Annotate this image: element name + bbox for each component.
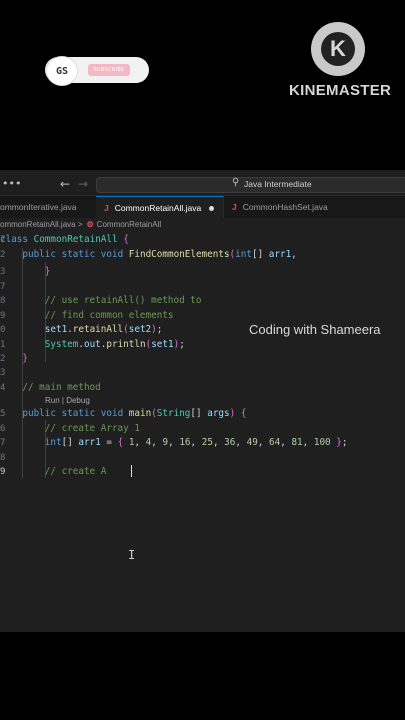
line-number: 3 — [0, 368, 6, 378]
search-icon: ⚲ — [232, 177, 240, 188]
tab-common-retain-all[interactable]: J CommonRetainAll.java — [96, 196, 224, 218]
watermark-text: Coding with Shameera — [249, 322, 381, 337]
breadcrumb-symbol[interactable]: CommonRetainAll — [97, 220, 161, 229]
code-line[interactable]: // main method — [0, 382, 100, 393]
text-cursor — [131, 465, 132, 477]
mouse-ibeam-icon: I — [128, 548, 136, 562]
forward-arrow-icon[interactable]: → — [78, 177, 88, 191]
menu-dots-icon[interactable]: ••• — [2, 177, 21, 190]
command-center-label: Java Intermediate — [244, 179, 312, 189]
breadcrumb: ommonRetainAll.java > ⚙ CommonRetainAll — [0, 220, 161, 229]
code-line[interactable]: // create Array 1 — [0, 423, 140, 434]
line-number: 7 — [0, 282, 6, 292]
kinemaster-logo-letter: K — [321, 32, 355, 66]
tab-label: CommonRetainAll.java — [114, 203, 202, 213]
code-line[interactable]: // use retainAll() method to — [0, 295, 202, 306]
kinemaster-wordmark: KINEMASTER — [289, 82, 392, 99]
code-line[interactable]: set1.retainAll(set2); — [0, 324, 163, 335]
channel-logo-text: GS — [55, 65, 69, 77]
back-arrow-icon[interactable]: ← — [60, 177, 70, 191]
codelens-run-debug[interactable]: Run | Debug — [45, 396, 90, 405]
unsaved-dot-icon[interactable] — [209, 206, 215, 212]
class-symbol-icon: ⚙ — [86, 220, 94, 229]
breadcrumb-separator: > — [77, 220, 83, 229]
java-file-icon: J — [232, 202, 237, 212]
code-line[interactable]: int[] arr1 = { 1, 4, 9, 16, 25, 36, 49, … — [0, 437, 348, 448]
code-line[interactable]: // find common elements — [0, 310, 174, 321]
tab-label: ommonIterative.java — [0, 202, 77, 212]
code-line[interactable]: } — [0, 266, 51, 277]
subscribe-button[interactable]: SUBSCRIBE — [88, 64, 130, 76]
breadcrumb-file[interactable]: ommonRetainAll.java — [0, 220, 76, 229]
tab-label: CommonHashSet.java — [242, 202, 328, 212]
channel-logo: GS — [46, 56, 78, 86]
kinemaster-logo: K — [311, 22, 365, 76]
code-line[interactable]: } — [0, 353, 28, 364]
tab-common-hash-set[interactable]: J CommonHashSet.java — [224, 196, 344, 218]
code-line[interactable]: System.out.println(set1); — [0, 339, 185, 350]
code-line[interactable]: class CommonRetainAll { — [0, 234, 129, 245]
code-line[interactable]: // create A — [0, 466, 107, 477]
tab-common-iterative[interactable]: ommonIterative.java — [0, 196, 97, 218]
code-line[interactable]: public static void main(String[] args) { — [0, 408, 246, 419]
java-file-icon: J — [104, 203, 109, 213]
code-line[interactable]: public static void FindCommonElements(in… — [0, 249, 296, 260]
line-number: 8 — [0, 453, 6, 463]
